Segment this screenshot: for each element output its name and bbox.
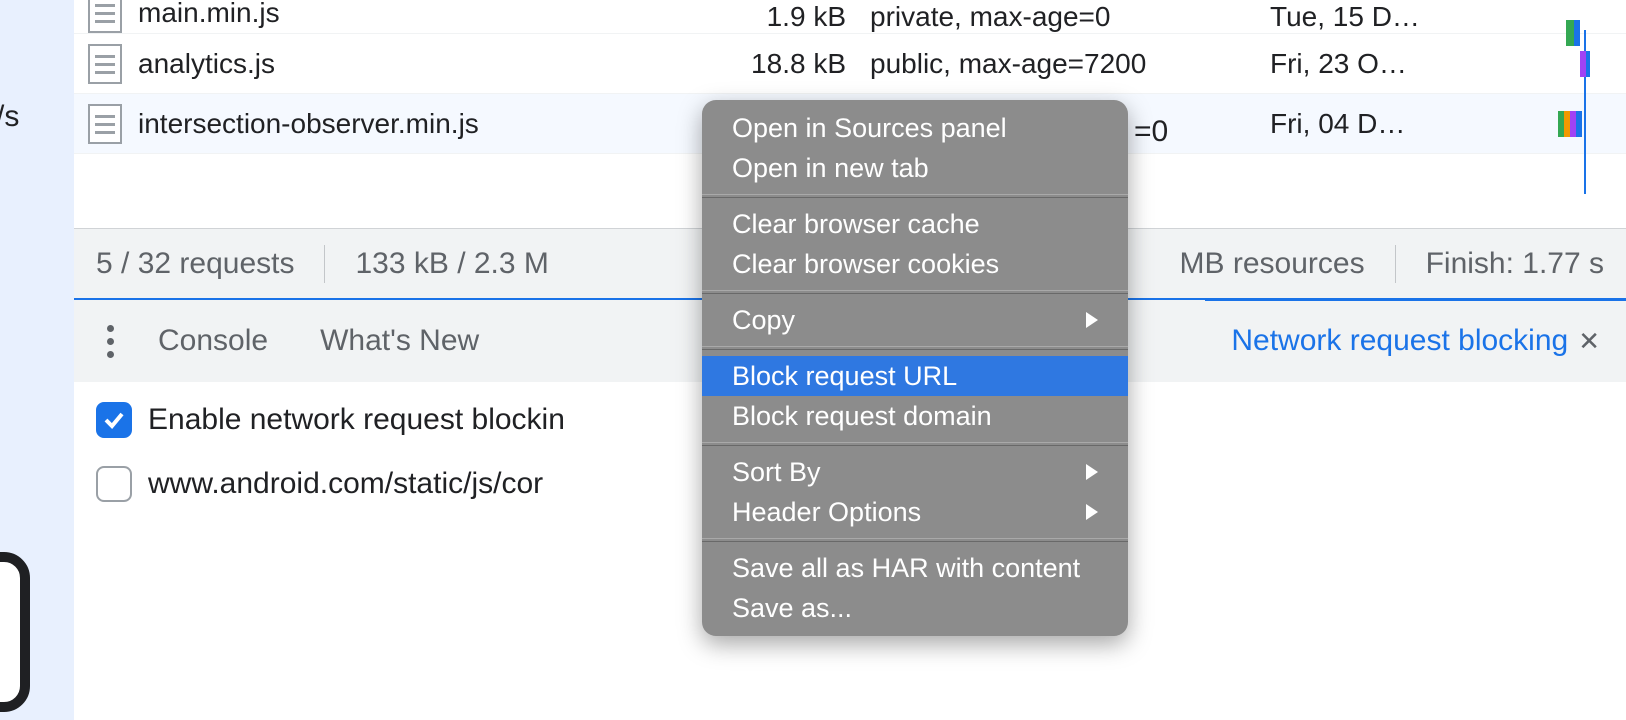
menu-open-in-sources[interactable]: Open in Sources panel <box>702 108 1128 148</box>
summary-requests: 5 / 32 requests <box>96 247 294 281</box>
menu-clear-browser-cookies[interactable]: Clear browser cookies <box>702 244 1128 284</box>
menu-clear-browser-cache[interactable]: Clear browser cache <box>702 204 1128 244</box>
waterfall-bar <box>1580 51 1590 77</box>
summary-resources: MB resources <box>1180 247 1365 281</box>
file-icon <box>88 104 122 144</box>
request-cache: private, max-age=0 <box>864 1 1264 33</box>
waterfall-bar <box>1558 111 1582 137</box>
enable-blocking-checkbox[interactable] <box>96 402 132 438</box>
tab-label: Network request blocking <box>1231 324 1568 358</box>
menu-save-as[interactable]: Save as... <box>702 588 1128 628</box>
menu-open-in-new-tab[interactable]: Open in new tab <box>702 148 1128 188</box>
request-date: Tue, 15 D… <box>1264 1 1454 33</box>
menu-block-request-domain[interactable]: Block request domain <box>702 396 1128 436</box>
table-row[interactable]: main.min.js 1.9 kB private, max-age=0 Tu… <box>74 0 1626 34</box>
device-frame-fragment <box>0 552 30 712</box>
request-size: 18.8 kB <box>684 48 864 80</box>
file-icon <box>88 44 122 84</box>
more-tabs-icon[interactable] <box>88 325 132 358</box>
summary-finish: Finish: 1.77 s <box>1426 247 1604 281</box>
close-icon[interactable]: ✕ <box>1578 326 1600 357</box>
menu-sort-by[interactable]: Sort By <box>702 452 1128 492</box>
context-menu: Open in Sources panel Open in new tab Cl… <box>702 100 1128 636</box>
table-row[interactable]: analytics.js 18.8 kB public, max-age=720… <box>74 34 1626 94</box>
request-date: Fri, 04 D… <box>1264 108 1454 140</box>
request-name: analytics.js <box>138 48 275 80</box>
request-name: intersection-observer.min.js <box>138 108 479 140</box>
tab-console[interactable]: Console <box>132 300 294 382</box>
request-cache: public, max-age=7200 <box>864 48 1264 80</box>
request-name: main.min.js <box>138 0 280 29</box>
tab-network-request-blocking[interactable]: Network request blocking ✕ <box>1205 300 1626 382</box>
pattern-checkbox[interactable] <box>96 466 132 502</box>
file-icon <box>88 0 122 33</box>
waterfall-bar <box>1566 20 1580 46</box>
submenu-arrow-icon <box>1086 312 1098 328</box>
pattern-label: www.android.com/static/js/cor <box>148 467 543 501</box>
menu-copy[interactable]: Copy <box>702 300 1128 340</box>
tab-whats-new[interactable]: What's New <box>294 300 505 382</box>
menu-header-options[interactable]: Header Options <box>702 492 1128 532</box>
menu-save-all-as-har[interactable]: Save all as HAR with content <box>702 548 1128 588</box>
submenu-arrow-icon <box>1086 504 1098 520</box>
menu-block-request-url[interactable]: Block request URL <box>702 356 1128 396</box>
left-gutter: /s <box>0 0 74 720</box>
cache-fragment-behind-menu: =0 <box>1134 115 1168 149</box>
request-size: 1.9 kB <box>684 1 864 33</box>
summary-transferred: 133 kB / 2.3 M <box>355 247 548 281</box>
submenu-arrow-icon <box>1086 464 1098 480</box>
enable-blocking-label: Enable network request blockin <box>148 403 565 437</box>
cut-text: /s <box>0 100 19 134</box>
request-date: Fri, 23 O… <box>1264 48 1454 80</box>
